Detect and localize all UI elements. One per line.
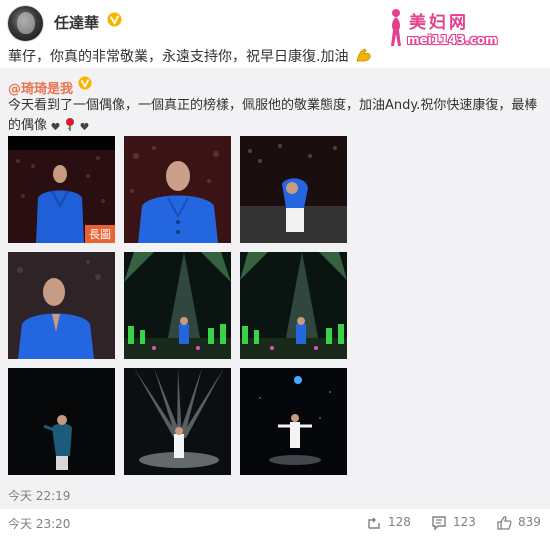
photo-dark-stage-figure — [8, 368, 115, 475]
post-text-content: 華仔，你真的非常敬業，永遠支持你，祝早日康復.加油 — [8, 49, 349, 65]
flexed-biceps-icon — [356, 48, 371, 62]
watermark-url: mei1143.com — [407, 33, 498, 47]
watermark-title: 美妇网 — [409, 13, 469, 33]
avatar[interactable] — [7, 5, 44, 42]
repost-author-link[interactable]: @琦琦是我 — [8, 78, 73, 97]
post-timestamp[interactable]: 今天 23:20 — [8, 515, 70, 532]
trailing-emoji-group — [51, 117, 89, 138]
rose-icon — [66, 118, 75, 131]
repost-icon — [368, 517, 380, 529]
image-thumbnail-3[interactable] — [240, 136, 347, 243]
repost-timestamp[interactable]: 今天 22:19 — [8, 487, 70, 504]
photo-stage-spotlight-1 — [124, 252, 231, 359]
heart-icon — [80, 122, 89, 131]
image-thumbnail-4[interactable] — [8, 252, 115, 359]
post-header: 任達華 美妇网 mei1143.com — [0, 0, 550, 47]
long-image-tag: 長圖 — [85, 225, 115, 243]
image-thumbnail-1[interactable]: 長圖 — [8, 136, 115, 243]
photo-spotlight-beams-white-suit — [124, 368, 231, 475]
verified-badge-icon — [107, 12, 122, 27]
image-thumbnail-6[interactable] — [240, 252, 347, 359]
author-name[interactable]: 任達華 — [54, 12, 99, 33]
photo-hands-together — [8, 252, 115, 359]
comment-button[interactable]: 123 — [431, 515, 487, 533]
comment-count: 123 — [453, 515, 476, 529]
image-thumbnail-7[interactable] — [8, 368, 115, 475]
repost-text: 今天看到了一個偶像，一個真正的榜樣，佩服他的敬業態度，加油Andy.祝你快速康復… — [8, 96, 538, 138]
photo-stage-spotlight-2 — [240, 252, 347, 359]
photo-white-suit-arms-open — [240, 368, 347, 475]
woman-silhouette-logo-icon — [391, 9, 401, 46]
photo-blue-jacket-closeup — [124, 136, 231, 243]
image-thumbnail-2[interactable] — [124, 136, 231, 243]
repost-count: 128 — [388, 515, 411, 529]
photo-bowing-on-stage — [240, 136, 347, 243]
repost-button[interactable]: 128 — [366, 515, 422, 533]
like-button[interactable]: 839 — [496, 515, 546, 533]
site-watermark: 美妇网 mei1143.com — [383, 6, 503, 50]
heart-icon — [51, 122, 60, 131]
image-thumbnail-9[interactable] — [240, 368, 347, 475]
verified-badge-icon — [78, 76, 92, 90]
thumbs-up-icon — [497, 516, 512, 530]
comment-icon — [432, 516, 446, 531]
like-count: 839 — [518, 515, 541, 529]
image-thumbnail-8[interactable] — [124, 368, 231, 475]
post-footer: 今天 23:20 128 123 839 — [0, 509, 550, 541]
image-thumbnail-5[interactable] — [124, 252, 231, 359]
post-text: 華仔，你真的非常敬業，永遠支持你，祝早日康復.加油 — [8, 46, 373, 66]
reposted-weibo: @琦琦是我 今天看到了一個偶像，一個真正的榜樣，佩服他的敬業態度，加油Andy.… — [0, 68, 550, 509]
